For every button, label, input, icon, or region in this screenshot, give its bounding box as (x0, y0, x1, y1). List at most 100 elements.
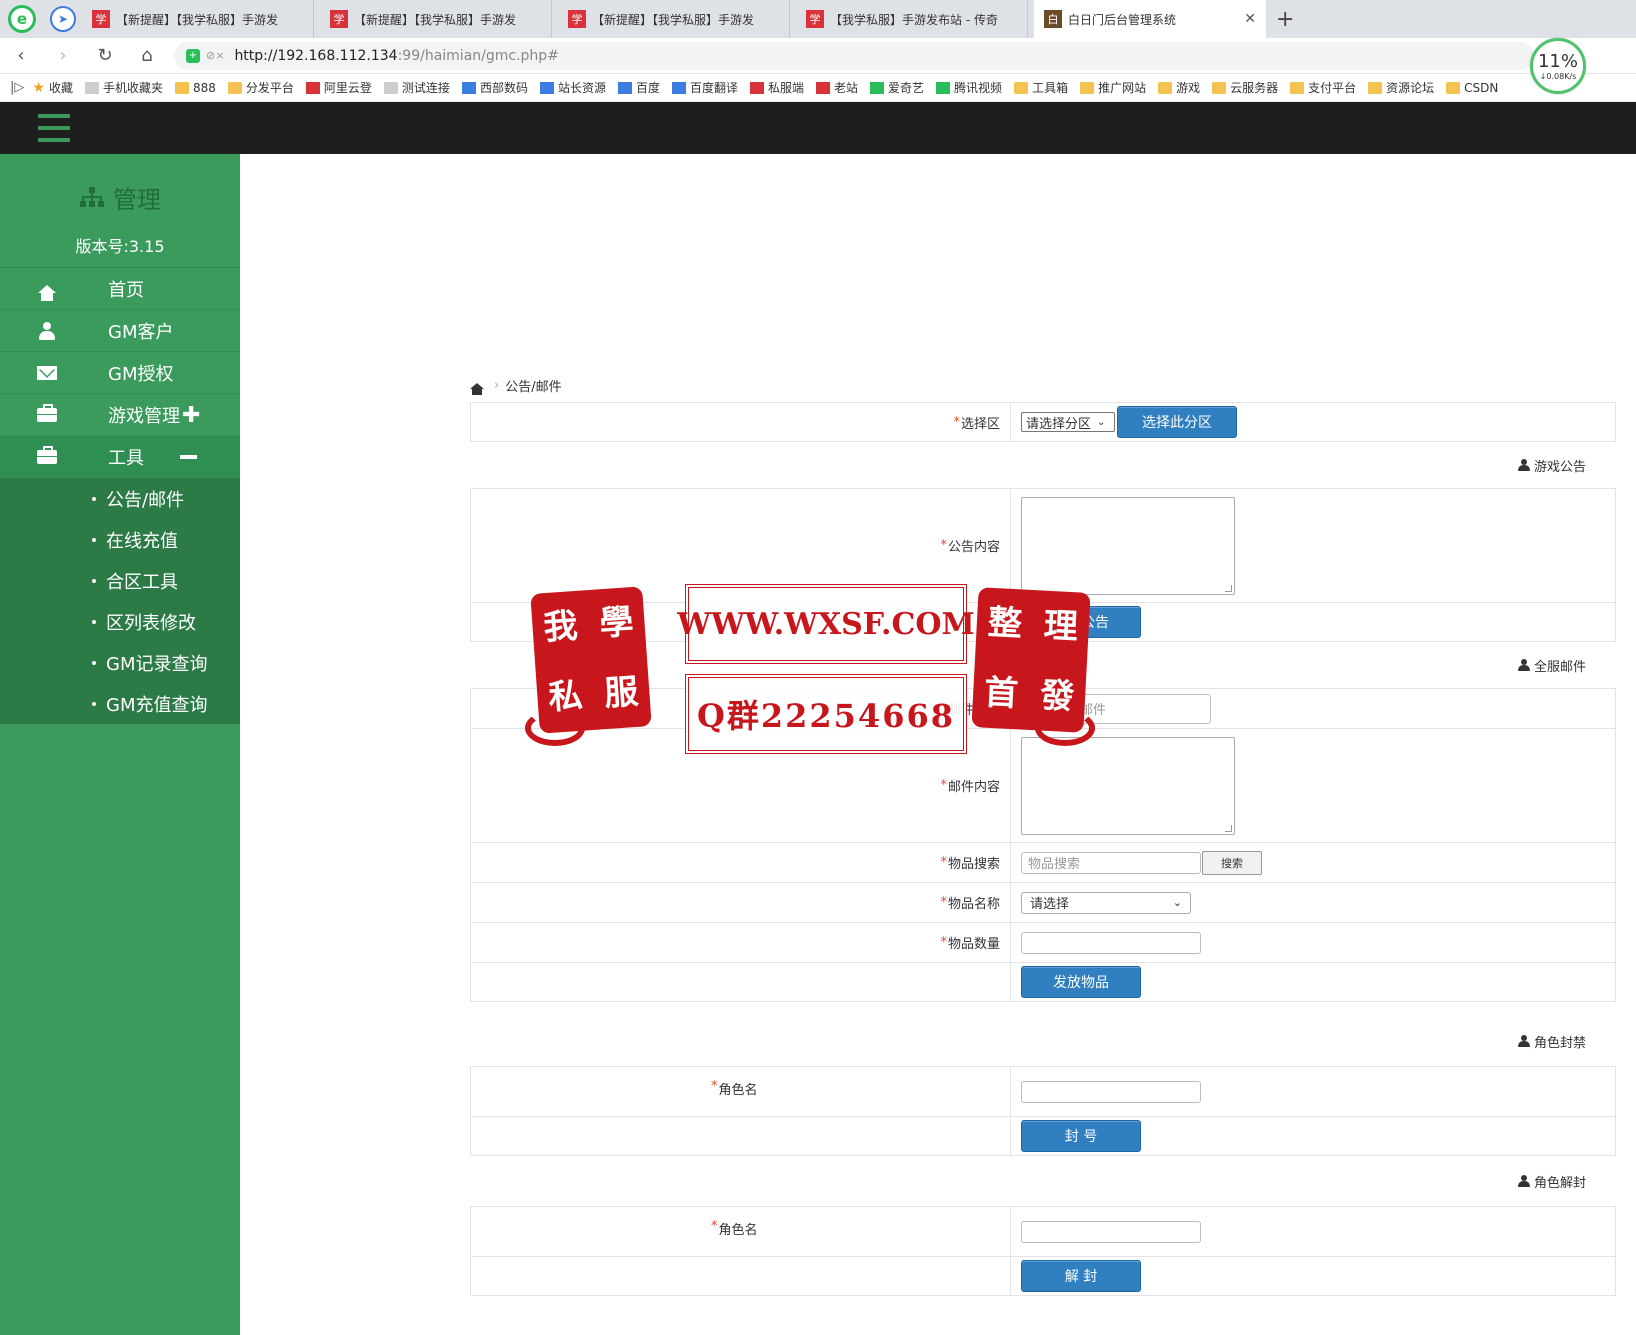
bookmark-item[interactable]: CSDN (1446, 79, 1498, 96)
bookmark-item[interactable]: 百度 (617, 79, 660, 96)
submenu-item[interactable]: 在线充值 (0, 519, 240, 560)
folder-icon (1014, 81, 1029, 94)
close-tab-icon[interactable]: ✕ (1244, 11, 1256, 27)
bullet-icon (92, 578, 96, 583)
bookmark-item[interactable]: 888 (174, 79, 216, 96)
network-speed-widget[interactable]: 11% ↓0.08K/s (1530, 38, 1586, 94)
item-search-button[interactable]: 搜索 (1202, 850, 1262, 875)
breadcrumb: › 公告/邮件 (470, 376, 562, 395)
hamburger-menu-icon[interactable] (38, 114, 70, 142)
server-mail-section-header: 全服邮件 (470, 642, 1616, 688)
browser-tab[interactable]: 学 【新提醒】【我学私服】手游发 (558, 0, 790, 38)
site-favicon-icon: 学 (330, 10, 348, 28)
new-tab-plus-icon[interactable]: + (1276, 7, 1294, 32)
breadcrumb-home-icon[interactable] (470, 382, 484, 395)
expand-plus-icon[interactable]: ✚ (182, 403, 200, 428)
navigation-compass-icon[interactable]: ➤ (50, 6, 76, 32)
bookmark-item[interactable]: 游戏 (1158, 79, 1200, 96)
bookmark-item[interactable]: 推广网站 (1080, 79, 1146, 96)
sidebar-item-tools[interactable]: 工具 (0, 436, 240, 478)
submenu-item[interactable]: 区列表修改 (0, 601, 240, 642)
item-search-input[interactable]: 物品搜索 (1021, 851, 1201, 874)
submenu-item[interactable]: GM充值查询 (0, 683, 240, 724)
browser-tab-bar: e ➤ 学 【新提醒】【我学私服】手游发 学 【新提醒】【我学私服】手游发 学 … (0, 0, 1636, 38)
select-zone-button[interactable]: 选择此分区 (1117, 406, 1237, 438)
item-name-select[interactable]: 请选择 ⌄ (1021, 891, 1191, 914)
browser-tab[interactable]: 学 【我学私服】手游发布站 - 传奇 (796, 0, 1028, 38)
unban-role-name-input[interactable] (1021, 1220, 1201, 1243)
mail-title-input[interactable]: 填写全服邮件 (1021, 693, 1211, 724)
version-label: 版本号:3.15 (75, 237, 165, 256)
site-favicon-icon: 学 (806, 10, 824, 28)
no-script-icon[interactable]: ⊘× (206, 49, 224, 62)
chevron-down-icon: ⌄ (1172, 896, 1182, 909)
collapse-minus-icon[interactable] (180, 455, 197, 459)
bullet-icon (92, 537, 96, 542)
zone-select[interactable]: 请选择分区 ⌄ (1021, 412, 1115, 432)
user-icon (1517, 1175, 1530, 1187)
bookmark-item[interactable]: 西部数码 (461, 79, 528, 96)
unban-button[interactable]: 解 封 (1021, 1260, 1141, 1292)
sidebar-item-gm-auth[interactable]: GM授权 (0, 352, 240, 394)
ban-role-name-input[interactable] (1021, 1080, 1201, 1103)
announcement-content-textarea[interactable] (1021, 496, 1235, 595)
folder-icon (174, 81, 189, 94)
chevron-down-icon: ⌄ (1097, 416, 1106, 428)
unban-section-header: 角色解封 (470, 1156, 1616, 1206)
submenu-item[interactable]: 合区工具 (0, 560, 240, 601)
reload-icon[interactable]: ↻ (84, 45, 126, 66)
bookmark-item[interactable]: 资源论坛 (1368, 79, 1434, 96)
sidebar-item-home[interactable]: 首页 (0, 268, 240, 310)
sidebar-item-game-management[interactable]: 游戏管理✚ (0, 394, 240, 436)
browser-tab[interactable]: 学 【新提醒】【我学私服】手游发 (320, 0, 552, 38)
bookmark-item[interactable]: 测试连接 (383, 79, 450, 96)
folder-icon (1080, 81, 1095, 94)
site-icon (816, 81, 831, 94)
ban-button[interactable]: 封 号 (1021, 1120, 1141, 1152)
bookmark-item[interactable]: 手机收藏夹 (84, 79, 163, 96)
main-content: › 公告/邮件 * 选择区 请选择分区 ⌄ 选择此分区 游戏公告 * 公告内容 发送公… (240, 154, 1636, 1335)
user-icon (1517, 1035, 1530, 1047)
back-arrow-icon[interactable]: ‹ (0, 45, 42, 66)
bookmark-item[interactable]: 腾讯视频 (936, 79, 1002, 96)
security-shield-icon[interactable]: + (186, 48, 200, 63)
send-items-button[interactable]: 发放物品 (1021, 966, 1141, 998)
bookmark-item[interactable]: 分发平台 (227, 79, 294, 96)
bookmark-item[interactable]: 百度翻译 (671, 79, 738, 96)
forward-arrow-icon[interactable]: › (42, 45, 84, 66)
submenu-item[interactable]: GM记录查询 (0, 642, 240, 683)
send-announcement-button[interactable]: 发送公告 (1021, 606, 1141, 638)
user-icon (36, 321, 58, 340)
envelope-icon (36, 364, 58, 382)
sidebar-item-gm-clients[interactable]: GM客户 (0, 310, 240, 352)
bookmark-item[interactable]: 老站 (816, 79, 858, 96)
site-icon (305, 81, 320, 94)
star-icon: ★ (32, 79, 45, 96)
site-favicon-icon: 学 (92, 10, 110, 28)
browser-logo-icon[interactable]: e (8, 5, 36, 33)
url-input[interactable]: + ⊘× http://192.168.112.134:99/haimian/g… (174, 41, 1534, 70)
mail-content-textarea[interactable] (1021, 736, 1235, 835)
bookmark-item[interactable]: 阿里云登 (305, 79, 372, 96)
browser-tab[interactable]: 学 【新提醒】【我学私服】手游发 (82, 0, 314, 38)
bookmark-item[interactable]: 工具箱 (1014, 79, 1068, 96)
home-icon[interactable]: ⌂ (126, 45, 168, 66)
browser-tab-active[interactable]: 白 白日门后台管理系统 ✕ (1034, 0, 1266, 38)
site-icon (750, 81, 764, 94)
bookmark-item[interactable]: 私服端 (750, 79, 804, 96)
sidebar-toggle-icon[interactable]: |▷ (10, 80, 24, 95)
address-bar: ‹ › ↻ ⌂ + ⊘× http://192.168.112.134:99/h… (0, 38, 1636, 74)
folder-icon (1290, 81, 1305, 94)
item-quantity-input[interactable] (1021, 931, 1201, 954)
bookmark-list: ★ 收藏 手机收藏夹 888 分发平台 阿里云登 测试连接 西部数码 站长资源 百度 百度翻译 私服端… (32, 79, 1510, 96)
bookmark-item[interactable]: 支付平台 (1290, 79, 1356, 96)
folder-icon (1158, 81, 1173, 94)
bookmark-item[interactable]: 爱奇艺 (870, 79, 924, 96)
bookmark-item[interactable]: ★ 收藏 (32, 79, 73, 96)
bookmark-item[interactable]: 云服务器 (1212, 79, 1278, 96)
bullet-icon (92, 496, 96, 501)
app-top-bar (0, 102, 1636, 154)
bookmark-item[interactable]: 站长资源 (539, 79, 606, 96)
sitemap-icon (79, 186, 105, 209)
submenu-item[interactable]: 公告/邮件 (0, 478, 240, 519)
